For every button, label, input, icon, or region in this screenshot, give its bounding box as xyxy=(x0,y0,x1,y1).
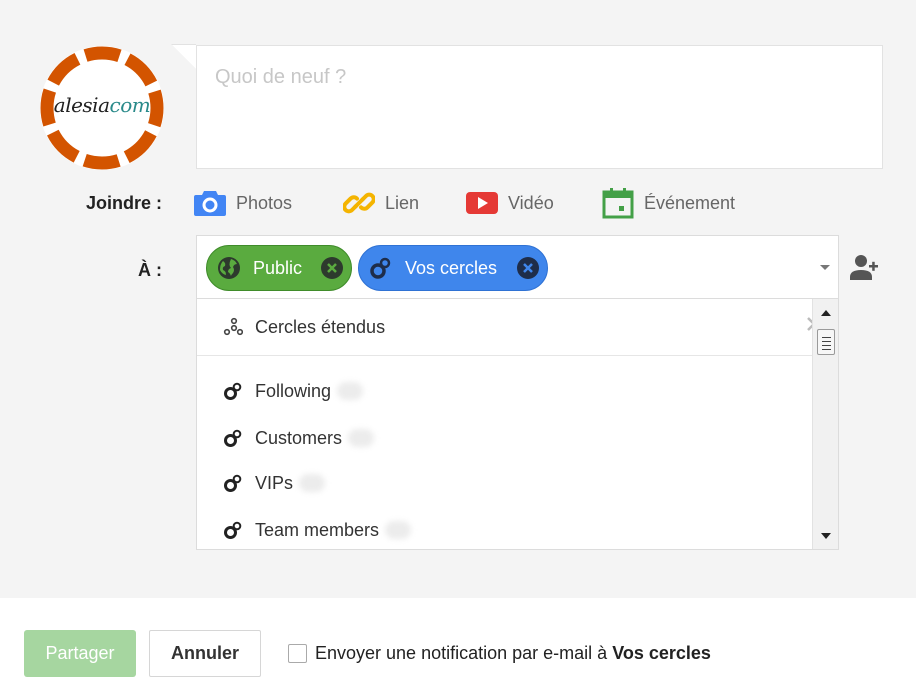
redacted-count xyxy=(385,521,412,539)
attach-video-button[interactable]: Vidéo xyxy=(466,186,554,220)
cancel-button[interactable]: Annuler xyxy=(149,630,261,677)
camera-icon xyxy=(194,191,226,216)
circle-icon xyxy=(224,382,242,400)
circles-dropdown: Cercles étendus Following Customers VIPs… xyxy=(196,299,839,550)
audience-chip-public[interactable]: Public xyxy=(206,245,352,291)
audience-chip-public-label: Public xyxy=(253,257,303,278)
chevron-down-icon[interactable] xyxy=(820,265,830,270)
youtube-icon xyxy=(466,192,498,214)
scroll-thumb[interactable] xyxy=(817,329,835,355)
circle-option-label: Team members xyxy=(255,519,380,540)
status-notch-fill xyxy=(172,45,196,69)
extended-circles-icon xyxy=(223,317,243,336)
scroll-down-arrow-icon[interactable] xyxy=(821,533,831,539)
circle-option-vips[interactable]: VIPs xyxy=(197,463,812,503)
audience-chip-circles[interactable]: Vos cercles xyxy=(358,245,548,291)
redacted-count xyxy=(348,429,375,447)
avatar-logo-text: alesiacom xyxy=(53,93,151,117)
attach-video-label: Vidéo xyxy=(508,192,554,213)
link-icon xyxy=(343,192,375,214)
share-button[interactable]: Partager xyxy=(24,630,136,677)
remove-circles-icon[interactable] xyxy=(517,257,539,279)
attach-event-label: Événement xyxy=(644,192,736,213)
share-composer: alesiacom Quoi de neuf ? Joindre : Photo… xyxy=(0,0,916,598)
circle-icon xyxy=(224,521,242,539)
attach-link-button[interactable]: Lien xyxy=(343,186,419,220)
scroll-up-arrow-icon[interactable] xyxy=(821,310,831,316)
attach-photos-button[interactable]: Photos xyxy=(194,186,292,220)
status-placeholder: Quoi de neuf ? xyxy=(215,66,347,88)
circle-icon xyxy=(224,474,242,492)
circles-icon xyxy=(370,257,391,279)
circle-option-label: VIPs xyxy=(255,472,294,493)
status-input[interactable]: Quoi de neuf ? xyxy=(196,45,883,169)
notify-email-option[interactable]: Envoyer une notification par e-mail à Vo… xyxy=(288,643,711,664)
notify-email-checkbox[interactable] xyxy=(288,644,307,663)
attach-link-label: Lien xyxy=(385,192,420,213)
notify-email-label: Envoyer une notification par e-mail à Vo… xyxy=(315,643,711,663)
remove-public-icon[interactable] xyxy=(321,257,343,279)
circle-icon xyxy=(224,429,242,447)
circle-option-following[interactable]: Following xyxy=(197,371,812,411)
add-person-icon[interactable] xyxy=(850,254,880,280)
circle-option-team-members[interactable]: Team members xyxy=(197,510,812,549)
option-extended-circles-label: Cercles étendus xyxy=(255,316,386,337)
audience-label: À : xyxy=(138,260,162,280)
redacted-count xyxy=(337,382,364,400)
attach-photos-label: Photos xyxy=(236,192,293,213)
circle-option-label: Following xyxy=(255,380,332,401)
redacted-count xyxy=(299,474,326,492)
audience-field[interactable]: Public Vos cercles xyxy=(196,235,839,299)
audience-chip-circles-label: Vos cercles xyxy=(405,257,498,278)
attach-label: Joindre : xyxy=(86,193,163,213)
circle-option-customers[interactable]: Customers xyxy=(197,418,812,458)
attach-event-button[interactable]: Événement xyxy=(602,186,735,220)
option-extended-circles[interactable]: Cercles étendus xyxy=(197,299,812,356)
circle-option-label: Customers xyxy=(255,427,343,448)
calendar-icon xyxy=(602,188,634,219)
globe-icon xyxy=(218,257,240,279)
dropdown-scrollbar[interactable] xyxy=(812,299,838,549)
avatar: alesiacom xyxy=(38,44,166,172)
